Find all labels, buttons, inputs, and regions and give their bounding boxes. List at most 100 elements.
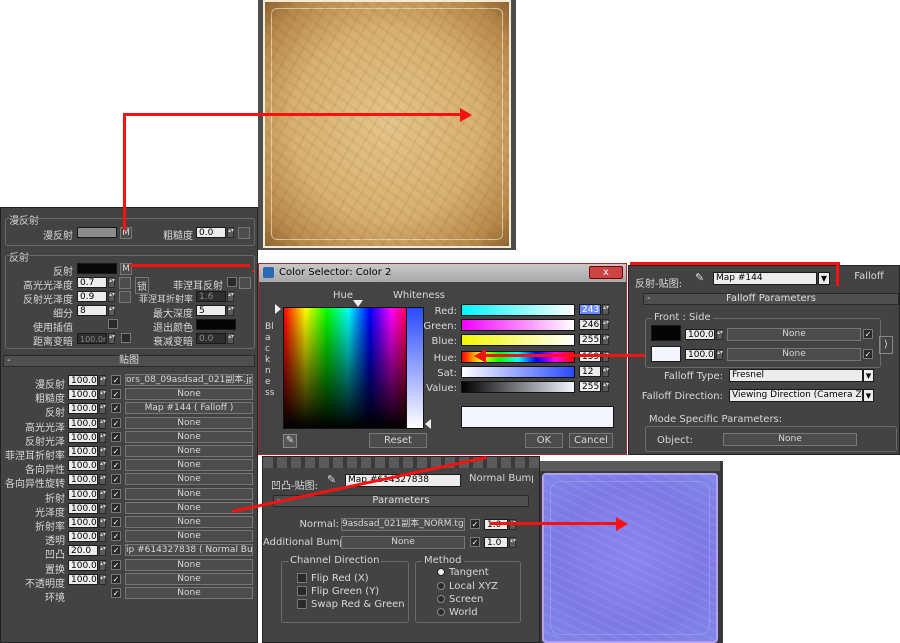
addbump-amount-spinner[interactable]: ▴▾ (509, 537, 516, 548)
map-slot-checkbox[interactable]: ✓ (111, 431, 121, 442)
normal-bump-type-button[interactable]: Normal Bump (469, 474, 533, 487)
swap-checkbox[interactable] (297, 599, 307, 609)
bump-params-header[interactable]: - Parameters (273, 495, 529, 507)
sat-slider[interactable] (461, 366, 575, 378)
world-radio[interactable] (437, 608, 445, 616)
side-amount-spinner[interactable]: ▴▾ (716, 349, 723, 360)
object-pick-button[interactable]: None (723, 433, 857, 446)
fresnel-ior-input[interactable]: 1.6 (196, 291, 226, 302)
map-slot-amount[interactable]: 100.0 (68, 431, 98, 443)
map-slot-checkbox[interactable]: ✓ (111, 531, 121, 542)
map-slot-button[interactable]: Map #144 ( Falloff ) (125, 402, 253, 415)
map-slot-amount[interactable]: 100.0 (68, 474, 98, 486)
max-depth-spinner[interactable]: ▴▾ (227, 305, 234, 316)
map-slot-checkbox[interactable]: ✓ (111, 375, 121, 385)
value-input[interactable]: 255 (579, 381, 601, 392)
green-input[interactable]: 246 (579, 319, 601, 330)
map-slot-button[interactable]: ip #614327838 ( Normal Bump ) (125, 544, 253, 557)
map-slot-checkbox[interactable]: ✓ (111, 389, 121, 400)
blue-spinner[interactable]: ▴▾ (602, 334, 609, 345)
map-slot-amount[interactable]: 100.0 (68, 517, 98, 528)
green-slider[interactable] (461, 319, 575, 331)
map-slot-spinner[interactable]: ▴▾ (99, 403, 106, 415)
hue-pointer-icon[interactable] (353, 300, 363, 307)
map-slot-amount[interactable]: 100.0 (68, 417, 98, 429)
hue-blackness-field[interactable] (283, 307, 414, 429)
map-slot-checkbox[interactable]: ✓ (111, 446, 121, 456)
map-slot-button[interactable]: None (125, 558, 253, 571)
hl-gloss-input[interactable]: 0.7 (77, 277, 107, 288)
reset-button[interactable]: Reset (369, 433, 427, 448)
diffuse-map-button[interactable]: M (120, 227, 132, 239)
value-slider[interactable] (461, 381, 575, 393)
map-slot-amount[interactable]: 100.0 (68, 531, 98, 543)
green-spinner[interactable]: ▴▾ (602, 319, 609, 330)
local-radio[interactable] (437, 582, 445, 590)
map-slot-checkbox[interactable]: ✓ (111, 502, 121, 513)
falloff-map-name[interactable]: Map #144 (713, 272, 817, 285)
map-slot-button[interactable]: None (125, 473, 253, 486)
subdivs-spinner[interactable]: ▴▾ (108, 305, 115, 316)
dim-dist-input[interactable]: 100.0m (77, 333, 107, 344)
blue-input[interactable]: 255 (579, 334, 601, 345)
screen-radio[interactable] (437, 595, 445, 603)
map-slot-spinner[interactable]: ▴▾ (99, 446, 106, 457)
map-slot-checkbox[interactable]: ✓ (111, 545, 121, 556)
pick-material-icon[interactable]: ✎ (695, 271, 709, 285)
falloff-params-header[interactable]: - Falloff Parameters (643, 293, 899, 305)
falloff-dir-select[interactable]: Viewing Direction (Camera Z-Axis) (729, 389, 863, 402)
map-slot-spinner[interactable]: ▴▾ (99, 460, 106, 472)
roughness-map-button[interactable] (238, 227, 250, 239)
map-slot-checkbox[interactable]: ✓ (111, 573, 121, 584)
value-spinner[interactable]: ▴▾ (602, 381, 609, 392)
map-slot-button[interactable]: None (125, 587, 253, 599)
dim-falloff-spinner[interactable]: ▴▾ (227, 333, 234, 344)
dim-dist-spinner[interactable]: ▴▾ (108, 333, 115, 344)
roughness-input[interactable]: 0.0 (196, 227, 226, 238)
map-slot-button[interactable]: ors_08_09asdsad_021副本.jpg) (125, 374, 253, 386)
map-slot-checkbox[interactable]: ✓ (111, 460, 121, 471)
map-name-dropdown-icon[interactable]: ▼ (818, 272, 830, 285)
red-slider[interactable] (461, 304, 575, 316)
map-slot-amount[interactable]: 100.0 (68, 389, 98, 401)
max-depth-input[interactable]: 5 (196, 305, 226, 316)
map-slot-button[interactable]: None (125, 445, 253, 457)
map-slot-checkbox[interactable]: ✓ (111, 517, 121, 527)
front-map-button[interactable]: None (727, 328, 861, 341)
reflect-color-swatch[interactable] (77, 263, 117, 274)
close-button[interactable]: x (589, 266, 623, 279)
material-editor-toolbar[interactable] (263, 457, 539, 468)
map-slot-button[interactable]: None (125, 572, 253, 585)
dim-falloff-input[interactable]: 0.0 (196, 333, 226, 344)
map-slot-spinner[interactable]: ▴▾ (99, 488, 106, 500)
falloff-type-dropdown-icon[interactable]: ▼ (863, 369, 874, 382)
map-slot-amount[interactable]: 100.0 (68, 446, 98, 457)
side-color-swatch[interactable] (651, 346, 681, 362)
map-slot-spinner[interactable]: ▴▾ (99, 375, 106, 386)
map-slot-amount[interactable]: 100.0 (68, 502, 98, 514)
map-slot-amount[interactable]: 100.0 (68, 375, 98, 386)
roughness-spinner[interactable]: ▴▾ (227, 227, 234, 238)
map-slot-spinner[interactable]: ▴▾ (99, 417, 106, 429)
pick-material-icon[interactable]: ✎ (327, 473, 341, 487)
map-slot-spinner[interactable]: ▴▾ (99, 517, 106, 528)
map-slot-checkbox[interactable]: ✓ (111, 588, 121, 598)
subdivs-input[interactable]: 8 (77, 305, 107, 316)
addbump-amount-input[interactable]: 1.0 (484, 537, 508, 548)
map-slot-spinner[interactable]: ▴▾ (99, 431, 106, 443)
falloff-type-select[interactable]: Fresnel (729, 369, 863, 382)
map-slot-amount[interactable]: 20.0 (68, 545, 98, 557)
map-slot-button[interactable]: None (125, 530, 253, 543)
map-slot-spinner[interactable]: ▴▾ (99, 474, 106, 486)
swap-colors-icon[interactable]: ⟩ (879, 336, 893, 354)
map-slot-checkbox[interactable]: ✓ (111, 403, 121, 414)
map-slot-button[interactable]: None (125, 430, 253, 443)
flip-green-checkbox[interactable] (297, 586, 307, 596)
ok-button[interactable]: OK (525, 433, 563, 448)
refl-gloss-spinner[interactable]: ▴▾ (108, 291, 115, 302)
blue-slider[interactable] (461, 334, 575, 346)
addbump-map-button[interactable]: None (341, 536, 465, 549)
map-slot-spinner[interactable]: ▴▾ (99, 389, 106, 401)
side-map-checkbox[interactable]: ✓ (863, 349, 873, 359)
normal-map-checkbox[interactable]: ✓ (470, 519, 480, 529)
